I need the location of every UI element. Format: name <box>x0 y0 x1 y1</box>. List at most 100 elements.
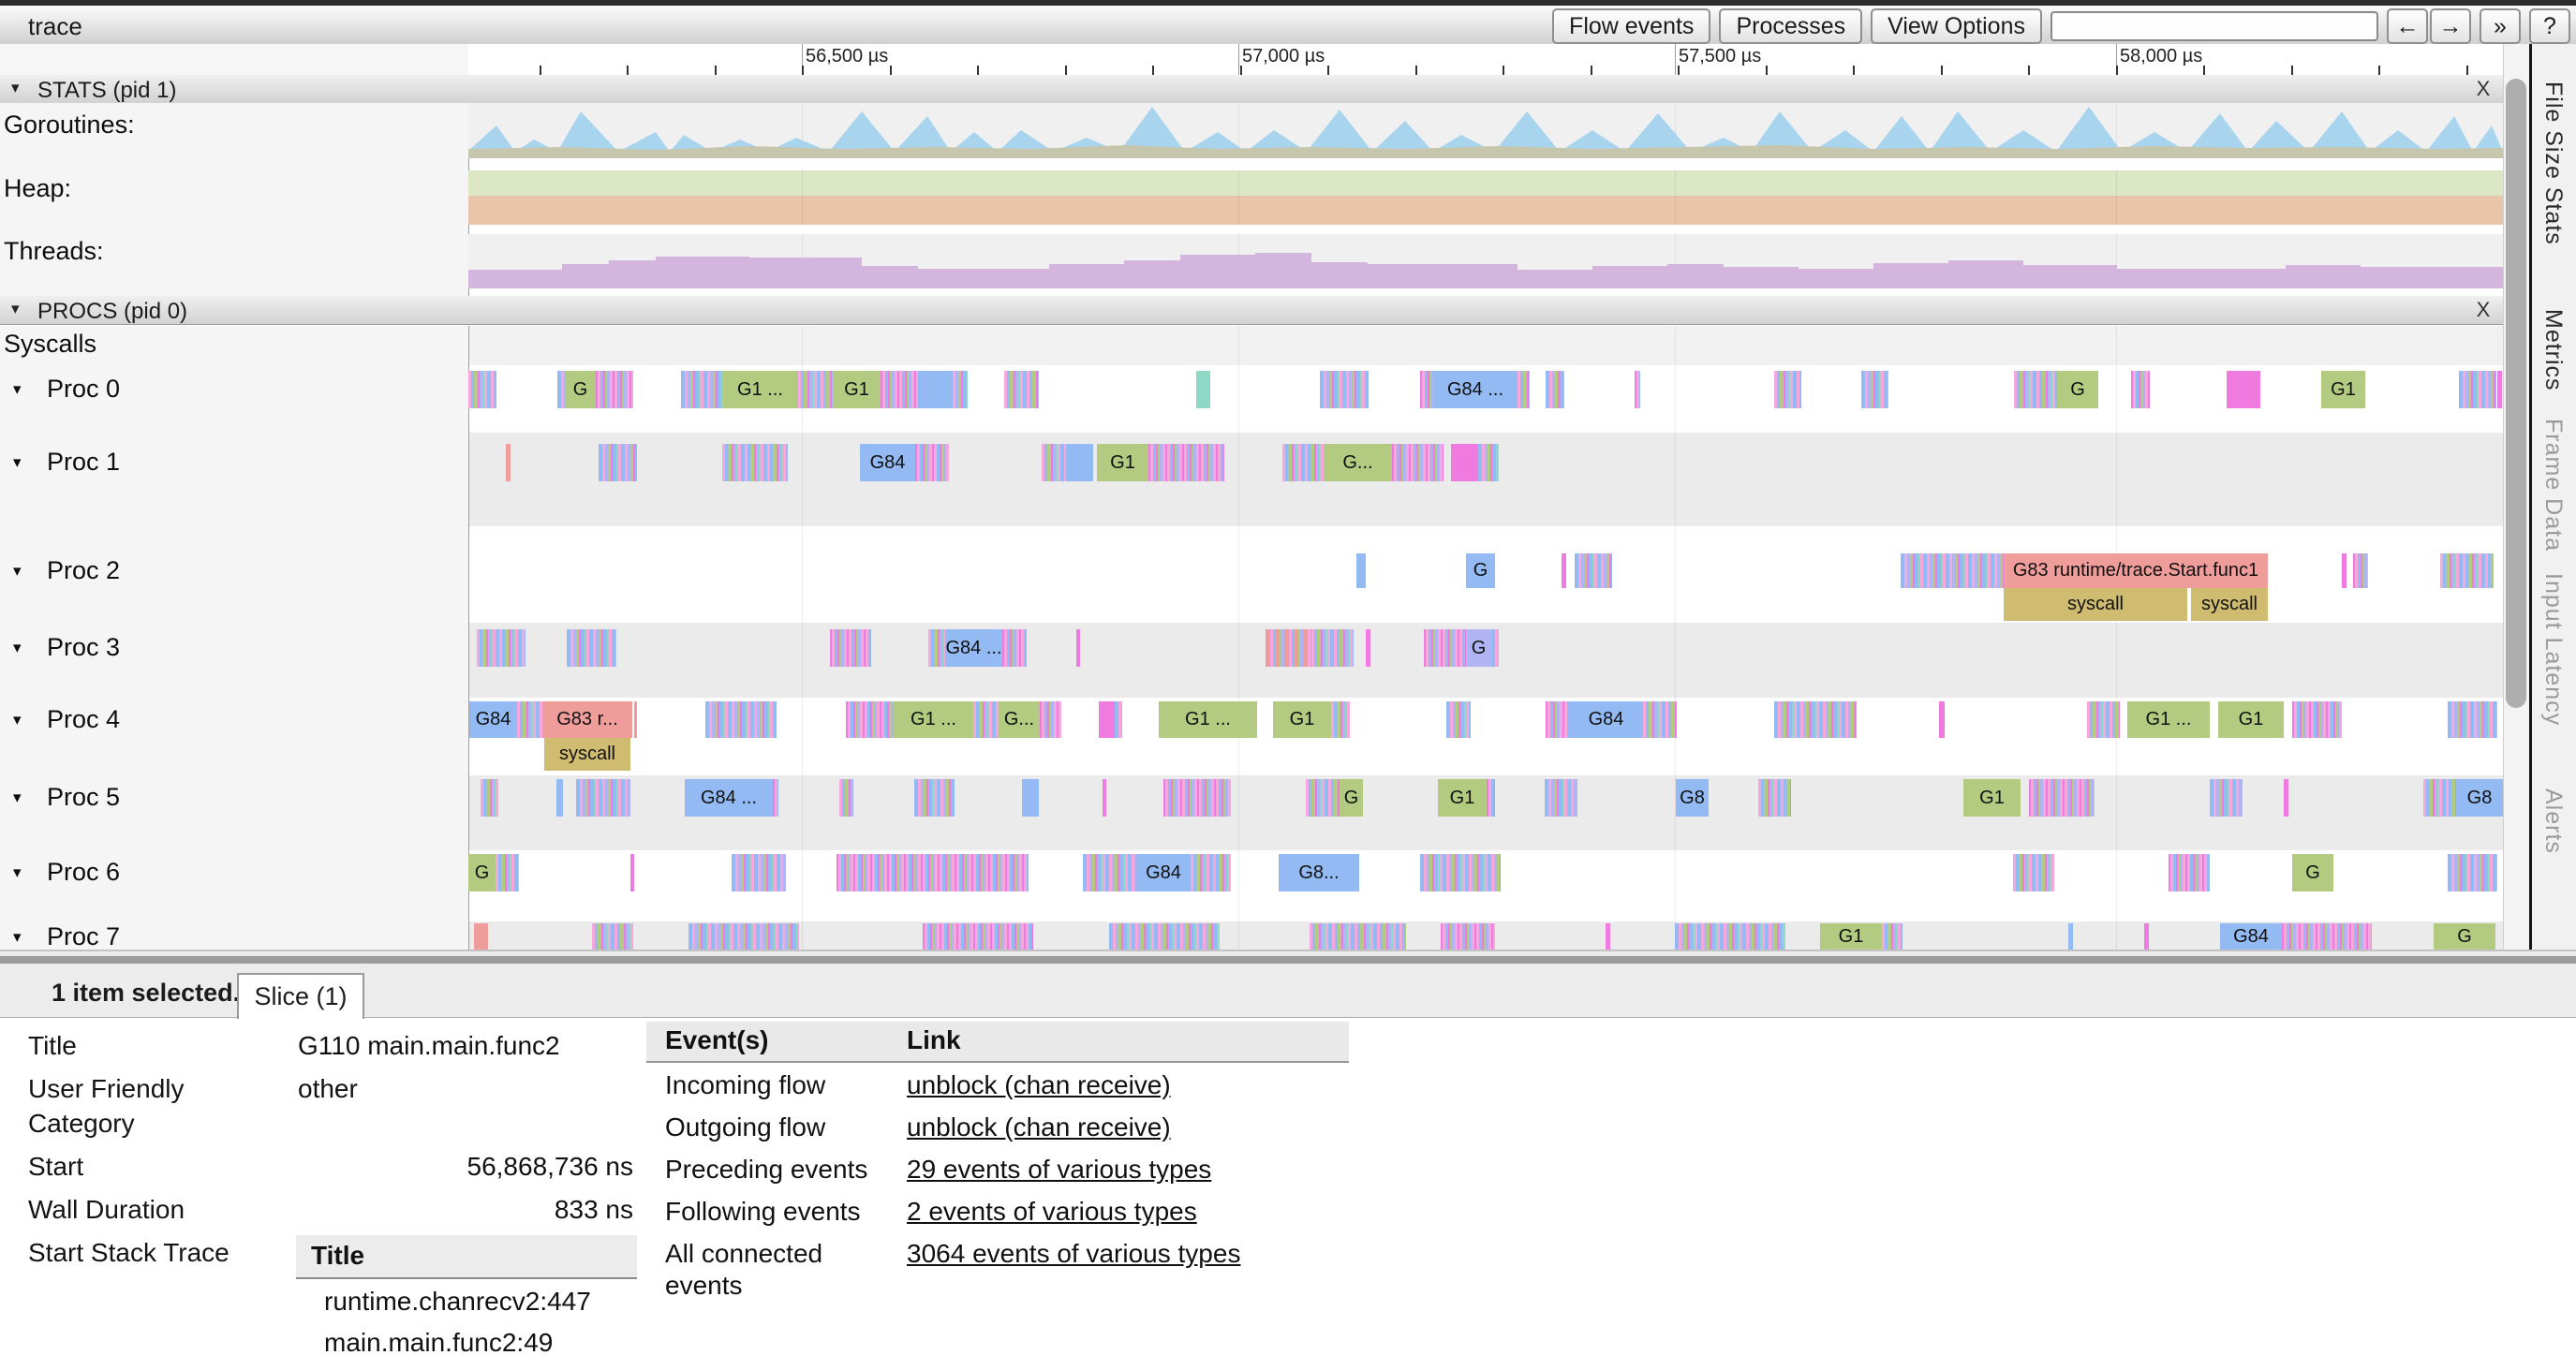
trace-slice[interactable]: G84 <box>2220 923 2282 950</box>
trace-slice-cluster[interactable] <box>1478 444 1499 481</box>
heap-chart-allocated[interactable] <box>468 170 2503 196</box>
trace-slice-cluster[interactable] <box>798 371 833 408</box>
trace-slice-cluster[interactable] <box>1040 701 1061 738</box>
scrollbar-thumb[interactable] <box>2506 79 2526 708</box>
toolbar-button-processes[interactable]: Processes <box>1719 8 1862 44</box>
trace-slice-cluster[interactable] <box>1420 371 1433 408</box>
trace-slice-cluster[interactable] <box>830 629 871 667</box>
trace-slice-cluster[interactable] <box>599 444 637 481</box>
trace-slice-cluster[interactable] <box>1774 701 1857 738</box>
trace-slice-cluster[interactable] <box>2292 701 2342 738</box>
trace-slice[interactable]: G1 <box>1963 779 2021 817</box>
trace-slice-cluster[interactable] <box>846 701 894 738</box>
trace-slice-cluster[interactable] <box>2342 553 2347 588</box>
trace-slice-cluster[interactable] <box>1643 701 1677 738</box>
trace-slice[interactable]: G84 <box>860 444 915 481</box>
event-link[interactable]: 29 events of various types <box>907 1155 1211 1184</box>
trace-slice-cluster[interactable] <box>2448 701 2497 738</box>
trace-slice-cluster[interactable] <box>839 779 853 817</box>
collapse-arrow-icon[interactable]: ▾ <box>11 300 20 318</box>
trace-slice-cluster[interactable] <box>923 923 1033 950</box>
trace-slice-cluster[interactable] <box>1196 371 1210 408</box>
trace-slice-cluster[interactable] <box>1083 854 1136 891</box>
trace-slice-cluster[interactable] <box>506 444 511 481</box>
event-link[interactable]: unblock (chan receive) <box>907 1112 1171 1142</box>
procs-close-button[interactable]: X <box>2469 298 2497 322</box>
collapse-arrow-icon[interactable]: ▾ <box>13 562 22 581</box>
trace-slice-cluster[interactable] <box>1191 854 1231 891</box>
trace-slice-cluster[interactable] <box>2131 371 2150 408</box>
trace-slice[interactable]: G1 ... <box>2127 701 2210 738</box>
trace-slice-cluster[interactable] <box>2353 553 2368 588</box>
trace-slice[interactable]: G84 <box>1136 854 1191 891</box>
trace-slice[interactable]: G8... <box>1279 854 1359 891</box>
trace-slice-cluster[interactable] <box>1282 444 1324 481</box>
trace-slice-cluster[interactable] <box>1606 923 1610 950</box>
trace-slice-cluster[interactable] <box>1546 701 1569 738</box>
trace-slice-cluster[interactable] <box>2144 923 2149 950</box>
stats-section-header[interactable]: ▾ STATS (pid 1) X <box>0 75 2529 104</box>
timeline-ruler-track[interactable]: 56,500 µs57,000 µs57,500 µs58,000 µs <box>468 44 2503 78</box>
proc-row-header[interactable]: ▾Proc 0 <box>0 365 469 433</box>
trace-slice-cluster[interactable] <box>2068 923 2073 950</box>
tab-slice[interactable]: Slice (1) <box>237 973 364 1019</box>
trace-slice[interactable]: G <box>1466 629 1491 667</box>
trace-slice-cluster[interactable] <box>1451 444 1478 481</box>
event-link[interactable]: 3064 events of various types <box>907 1239 1240 1268</box>
trace-slice-cluster[interactable] <box>1311 629 1354 667</box>
trace-slice-cluster[interactable] <box>481 779 498 817</box>
trace-slice-cluster[interactable] <box>2169 854 2210 891</box>
trace-slice[interactable]: G... <box>999 701 1040 738</box>
trace-slice-cluster[interactable] <box>1546 371 1564 408</box>
collapse-arrow-icon[interactable]: ▾ <box>13 788 22 807</box>
trace-slice-cluster[interactable] <box>1545 779 1577 817</box>
trace-slice[interactable]: G <box>2434 923 2495 950</box>
trace-slice-cluster[interactable] <box>2497 371 2502 408</box>
trace-slice-cluster[interactable] <box>474 923 488 950</box>
trace-slice[interactable]: G1 <box>1438 779 1487 817</box>
trace-slice[interactable]: syscall <box>2004 588 2187 621</box>
trace-slice-cluster[interactable] <box>2014 371 2057 408</box>
collapse-arrow-icon[interactable]: ▾ <box>11 79 20 97</box>
trace-slice-cluster[interactable] <box>2029 779 2095 817</box>
goroutines-chart[interactable] <box>468 103 2503 158</box>
trace-slice-cluster[interactable] <box>2440 553 2494 588</box>
trace-slice[interactable]: G84 <box>1569 701 1643 738</box>
trace-slice-cluster[interactable] <box>1306 779 1340 817</box>
trace-slice[interactable]: G84 <box>469 701 517 738</box>
trace-slice[interactable]: syscall <box>2191 588 2268 621</box>
trace-slice-cluster[interactable] <box>1004 371 1039 408</box>
event-link[interactable]: unblock (chan receive) <box>907 1070 1171 1099</box>
trace-slice-cluster[interactable] <box>836 854 1029 891</box>
trace-slice-cluster[interactable] <box>1148 444 1224 481</box>
trace-slice-cluster[interactable] <box>705 701 777 738</box>
trace-slice-cluster[interactable] <box>592 923 633 950</box>
trace-slice-cluster[interactable] <box>914 779 955 817</box>
trace-slice[interactable]: G1 <box>1097 444 1148 481</box>
proc-row-header[interactable]: ▾Proc 1 <box>0 433 469 526</box>
trace-slice-cluster[interactable] <box>688 923 799 950</box>
timeline-ruler[interactable]: 56,500 µs57,000 µs57,500 µs58,000 µs <box>0 44 2576 75</box>
splitter-grip[interactable] <box>0 956 2576 964</box>
trace-slice-cluster[interactable] <box>1487 779 1495 817</box>
collapse-arrow-icon[interactable]: ▾ <box>13 380 22 399</box>
trace-slice[interactable]: G <box>565 371 596 408</box>
sidebar-tab-file-size-stats[interactable]: File Size Stats <box>2539 81 2567 245</box>
trace-slice-cluster[interactable] <box>2448 854 2497 891</box>
toolbar-button-view-options[interactable]: View Options <box>1871 8 2042 44</box>
trace-slice[interactable]: G8 <box>1676 779 1709 817</box>
trace-slice-cluster[interactable] <box>1109 923 1220 950</box>
trace-slice-cluster[interactable] <box>1022 779 1039 817</box>
proc-row-header[interactable]: ▾Proc 7 <box>0 921 469 950</box>
trace-slice[interactable]: G1 <box>2218 701 2284 738</box>
forward-button[interactable]: → <box>2430 8 2471 44</box>
trace-slice-cluster[interactable] <box>1115 701 1122 738</box>
trace-slice[interactable]: G <box>2292 854 2333 891</box>
proc-row-header[interactable]: ▾Proc 3 <box>0 623 469 698</box>
trace-slice-cluster[interactable] <box>773 779 778 817</box>
trace-slice-cluster[interactable] <box>928 629 945 667</box>
trace-slice[interactable]: G <box>1466 553 1495 588</box>
trace-slice-cluster[interactable] <box>732 854 786 891</box>
trace-slice-cluster[interactable] <box>1320 371 1369 408</box>
trace-slice-cluster[interactable] <box>2284 779 2288 817</box>
